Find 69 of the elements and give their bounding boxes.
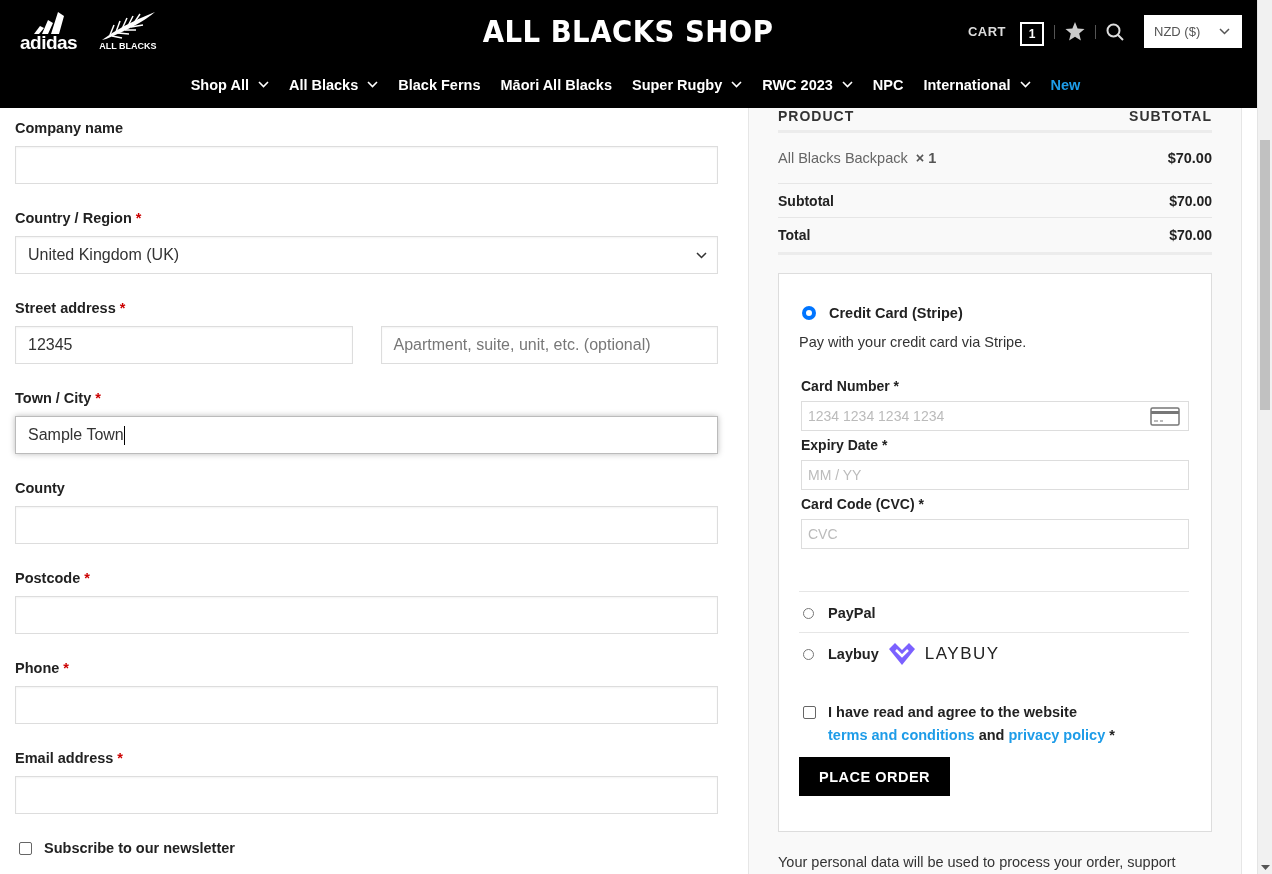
terms-text: I have read and agree to the website terms and conditions and privacy policy *: [828, 703, 1116, 745]
scrollbar-thumb[interactable]: [1260, 140, 1270, 410]
privacy-text: Your personal data will be used to process your order, support: [778, 854, 1177, 870]
input-field[interactable]: [15, 686, 718, 724]
chevron-down-icon: [731, 81, 743, 89]
payment-method-label: Credit Card (Stripe): [829, 305, 963, 321]
site-title[interactable]: ALL BLACKS SHOP: [483, 14, 774, 49]
adidas-logo[interactable]: adidas: [20, 11, 78, 52]
input-field[interactable]: [15, 596, 718, 634]
field-label: Town / City *: [15, 390, 102, 408]
select-field[interactable]: United Kingdom (UK): [15, 236, 718, 274]
currency-select[interactable]: NZD ($): [1144, 15, 1242, 49]
input-field[interactable]: 12345: [15, 326, 353, 364]
field-label: County: [15, 480, 66, 498]
place-order-button[interactable]: PLACE ORDER: [799, 757, 951, 796]
field-label: Country / Region *: [15, 210, 143, 228]
input-field[interactable]: Apartment, suite, unit, etc. (optional): [380, 326, 718, 364]
product-name: All Blacks Backpack: [778, 150, 908, 166]
input-field[interactable]: [15, 506, 718, 544]
heart-icon: [886, 641, 917, 667]
chevron-down-icon: [841, 81, 853, 89]
checkbox[interactable]: [803, 706, 816, 719]
field-label: Card Code (CVC) *: [801, 496, 925, 512]
price-text: $70.00: [1169, 192, 1212, 209]
chevron-down-icon: [696, 251, 707, 259]
nav-link[interactable]: International: [923, 76, 1031, 93]
field-label: Street address *: [15, 300, 127, 318]
nav-link[interactable]: All Blacks: [288, 76, 379, 93]
field-label: Card Number *: [801, 378, 901, 394]
nav-link[interactable]: Black Ferns: [398, 76, 481, 93]
chevron-down-icon: [1019, 81, 1031, 89]
nav-link[interactable]: New: [1050, 76, 1081, 93]
payment-description: Pay with your credit card via Stripe.: [799, 334, 1028, 350]
checkbox-label: Subscribe to our newsletter: [44, 840, 235, 856]
payment-method-label: PayPal: [828, 605, 876, 621]
chevron-down-icon: [367, 81, 379, 89]
total-label: Subtotal: [778, 192, 834, 209]
chevron-down-icon: [1219, 28, 1230, 36]
field-label: Postcode *: [15, 570, 91, 588]
input-field[interactable]: [15, 146, 718, 184]
nav-link[interactable]: Super Rugby: [631, 76, 743, 93]
cart-count[interactable]: 1: [1020, 21, 1044, 46]
column-header: PRODUCT: [778, 108, 855, 126]
input-field[interactable]: Sample Town: [15, 416, 718, 454]
column-header: SUBTOTAL: [1129, 108, 1212, 126]
nav-link[interactable]: RWC 2023: [762, 76, 853, 93]
cart-link[interactable]: CART: [967, 24, 1006, 40]
scrollbar[interactable]: [1257, 0, 1272, 874]
field-label: Company name: [15, 120, 124, 138]
price-text: $70.00: [1167, 150, 1212, 166]
radio-button[interactable]: [803, 307, 815, 319]
star-icon[interactable]: [1065, 22, 1085, 42]
field-label: Phone *: [15, 660, 70, 678]
search-icon[interactable]: [1106, 22, 1124, 41]
total-label: Total: [778, 227, 811, 243]
price-text: $70.00: [1169, 227, 1212, 243]
nav-link[interactable]: Shop All: [190, 76, 269, 93]
chevron-down-icon: [257, 81, 269, 89]
laybuy-logo-text: LAYBUY: [924, 644, 1000, 664]
field-label: Expiry Date *: [801, 437, 889, 453]
field-label: Email address *: [15, 750, 124, 768]
nav-link[interactable]: NPC: [872, 76, 904, 93]
product-quantity: × 1: [915, 150, 937, 166]
payment-method-label: Laybuy: [828, 646, 879, 662]
nav-link[interactable]: Māori All Blacks: [500, 76, 612, 93]
input-field[interactable]: [15, 776, 718, 814]
scroll-down-arrow-icon[interactable]: [1261, 865, 1270, 870]
checkbox[interactable]: [19, 841, 32, 855]
credit-card-icon: [1150, 406, 1180, 426]
